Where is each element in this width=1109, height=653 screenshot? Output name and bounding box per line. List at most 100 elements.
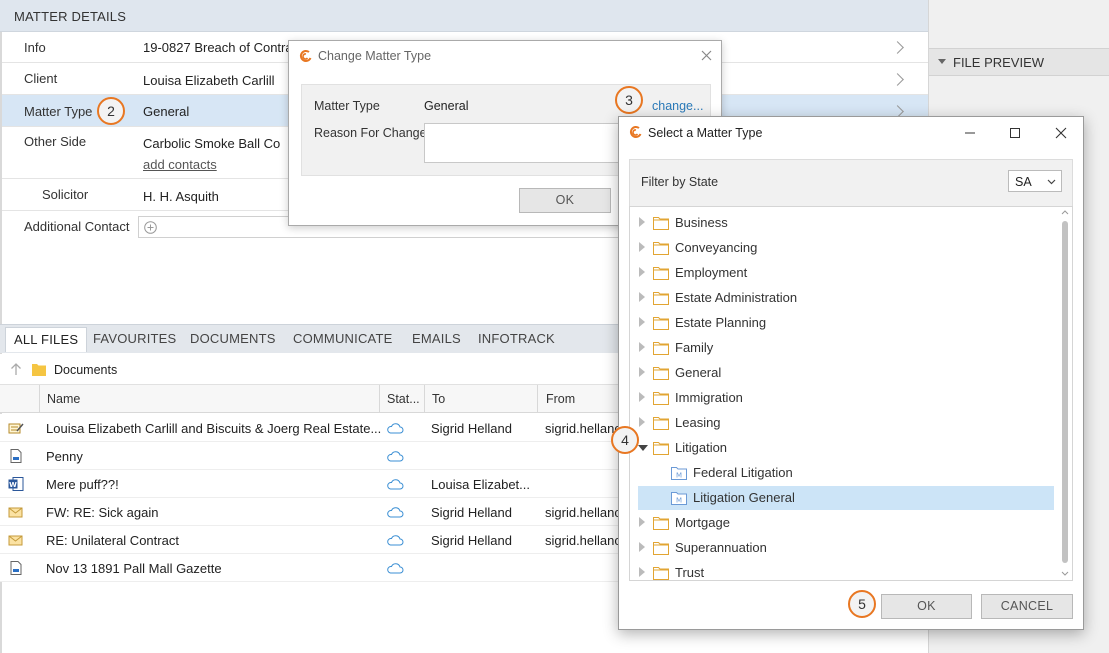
tree-item[interactable]: Leasing bbox=[630, 411, 1054, 435]
column-from[interactable]: From bbox=[546, 392, 575, 406]
scroll-thumb[interactable] bbox=[1062, 221, 1068, 563]
matter-type-tree: Business Conveyancing Employment Estate Adm… bbox=[629, 206, 1073, 581]
scroll-up-icon[interactable] bbox=[1061, 209, 1069, 215]
tree-item[interactable]: Business bbox=[630, 211, 1054, 235]
folder-icon bbox=[653, 542, 669, 555]
tab-documents[interactable]: DOCUMENTS bbox=[190, 331, 276, 346]
tree-item-label: Litigation General bbox=[693, 490, 795, 505]
close-icon[interactable] bbox=[1055, 127, 1067, 139]
info-label: Info bbox=[24, 40, 46, 55]
folder-icon bbox=[653, 267, 669, 280]
expand-arrow-icon[interactable] bbox=[639, 542, 645, 552]
tab-favourites[interactable]: FAVOURITES bbox=[93, 331, 176, 346]
tree-item[interactable]: Superannuation bbox=[630, 536, 1054, 560]
other-side-label: Other Side bbox=[24, 134, 87, 149]
folder-icon bbox=[653, 417, 669, 430]
file-to: Louisa Elizabet... bbox=[431, 477, 531, 492]
ok-button[interactable]: OK bbox=[881, 594, 972, 619]
client-label: Client bbox=[24, 71, 58, 86]
tree-item[interactable]: Trust bbox=[630, 561, 1054, 585]
svg-text:M: M bbox=[676, 472, 682, 480]
expand-arrow-icon[interactable] bbox=[639, 567, 645, 577]
tree-item[interactable]: Litigation bbox=[630, 436, 1054, 460]
arrow-up-icon[interactable] bbox=[10, 363, 22, 376]
file-name: RE: Unilateral Contract bbox=[46, 533, 179, 548]
cancel-button[interactable]: CANCEL bbox=[981, 594, 1073, 619]
column-to[interactable]: To bbox=[432, 392, 445, 406]
tree-item[interactable]: Immigration bbox=[630, 386, 1054, 410]
expand-arrow-icon[interactable] bbox=[639, 242, 645, 252]
tree-item[interactable]: Employment bbox=[630, 261, 1054, 285]
folder-icon bbox=[653, 442, 669, 455]
callout-badge-4: 4 bbox=[611, 426, 639, 454]
tree-item[interactable]: Estate Planning bbox=[630, 311, 1054, 335]
tree-child-item[interactable]: M Federal Litigation bbox=[638, 461, 1054, 485]
expand-arrow-icon[interactable] bbox=[639, 417, 645, 427]
folder-icon bbox=[32, 364, 46, 376]
close-icon[interactable] bbox=[701, 50, 712, 61]
filter-panel: Filter by State SA bbox=[629, 159, 1073, 207]
cloud-icon bbox=[387, 423, 404, 434]
column-separator bbox=[379, 385, 380, 413]
expand-arrow-icon[interactable] bbox=[639, 267, 645, 277]
expand-arrow-icon[interactable] bbox=[639, 392, 645, 402]
add-circle-icon[interactable] bbox=[144, 221, 157, 234]
tree-item-label: Conveyancing bbox=[675, 240, 758, 255]
tree-item[interactable]: Mortgage bbox=[630, 511, 1054, 535]
tab-all-files[interactable]: ALL FILES bbox=[5, 327, 88, 352]
tree-item[interactable]: Family bbox=[630, 336, 1054, 360]
select-matter-type-dialog: Select a Matter Type Filter by State SA … bbox=[618, 116, 1084, 630]
column-name[interactable]: Name bbox=[47, 392, 80, 406]
expand-arrow-icon[interactable] bbox=[639, 317, 645, 327]
file-name: Penny bbox=[46, 449, 83, 464]
change-link[interactable]: change... bbox=[652, 99, 703, 113]
file-name: FW: RE: Sick again bbox=[46, 505, 159, 520]
folder-icon bbox=[653, 517, 669, 530]
collapse-triangle-icon[interactable] bbox=[938, 59, 946, 64]
smokeball-logo-icon bbox=[629, 125, 642, 138]
minimize-icon[interactable] bbox=[964, 127, 976, 139]
file-from: sigrid.hellanc bbox=[545, 421, 621, 436]
add-contacts-link[interactable]: add contacts bbox=[143, 157, 217, 172]
chevron-right-icon[interactable] bbox=[891, 41, 904, 54]
path-label[interactable]: Documents bbox=[54, 363, 117, 377]
tree-item-label: Litigation bbox=[675, 440, 728, 455]
filter-label: Filter by State bbox=[641, 175, 719, 189]
column-status[interactable]: Stat... bbox=[387, 392, 420, 406]
tab-communicate[interactable]: COMMUNICATE bbox=[293, 331, 392, 346]
file-to: Sigrid Helland bbox=[431, 533, 512, 548]
tree-item[interactable]: Estate Administration bbox=[630, 286, 1054, 310]
expand-arrow-icon[interactable] bbox=[639, 517, 645, 527]
file-from: sigrid.hellanc bbox=[545, 505, 621, 520]
tree-child-item[interactable]: M Litigation General bbox=[638, 486, 1054, 510]
callout-badge-3: 3 bbox=[615, 86, 643, 114]
word-icon: W bbox=[8, 477, 24, 491]
tree-item[interactable]: Conveyancing bbox=[630, 236, 1054, 260]
expand-arrow-icon[interactable] bbox=[639, 342, 645, 352]
matter-type-label: Matter Type bbox=[24, 104, 93, 119]
matter-details-header: MATTER DETAILS bbox=[0, 0, 928, 32]
expand-arrow-icon[interactable] bbox=[639, 292, 645, 302]
scroll-down-icon[interactable] bbox=[1061, 571, 1069, 577]
cloud-icon bbox=[387, 563, 404, 574]
file-preview-bar[interactable]: FILE PREVIEW bbox=[929, 48, 1109, 76]
matter-type-value: General bbox=[143, 104, 190, 119]
tree-item[interactable]: General bbox=[630, 361, 1054, 385]
email-icon bbox=[8, 535, 23, 546]
state-select[interactable]: SA bbox=[1008, 170, 1062, 192]
state-value: SA bbox=[1015, 175, 1032, 189]
chevron-right-icon[interactable] bbox=[891, 73, 904, 86]
tab-infotrack[interactable]: INFOTRACK bbox=[478, 331, 555, 346]
expand-arrow-icon[interactable] bbox=[639, 217, 645, 227]
smokeball-logo-icon bbox=[299, 49, 312, 62]
expand-arrow-icon[interactable] bbox=[639, 367, 645, 377]
ok-button[interactable]: OK bbox=[519, 188, 611, 213]
maximize-icon[interactable] bbox=[1009, 127, 1021, 139]
tree-scrollbar[interactable] bbox=[1060, 209, 1070, 579]
tab-emails[interactable]: EMAILS bbox=[412, 331, 461, 346]
folder-icon bbox=[653, 392, 669, 405]
expanded-arrow-icon[interactable] bbox=[638, 445, 648, 451]
folder-icon bbox=[653, 242, 669, 255]
tree-item-label: Mortgage bbox=[675, 515, 730, 530]
chevron-down-icon bbox=[1047, 179, 1056, 185]
